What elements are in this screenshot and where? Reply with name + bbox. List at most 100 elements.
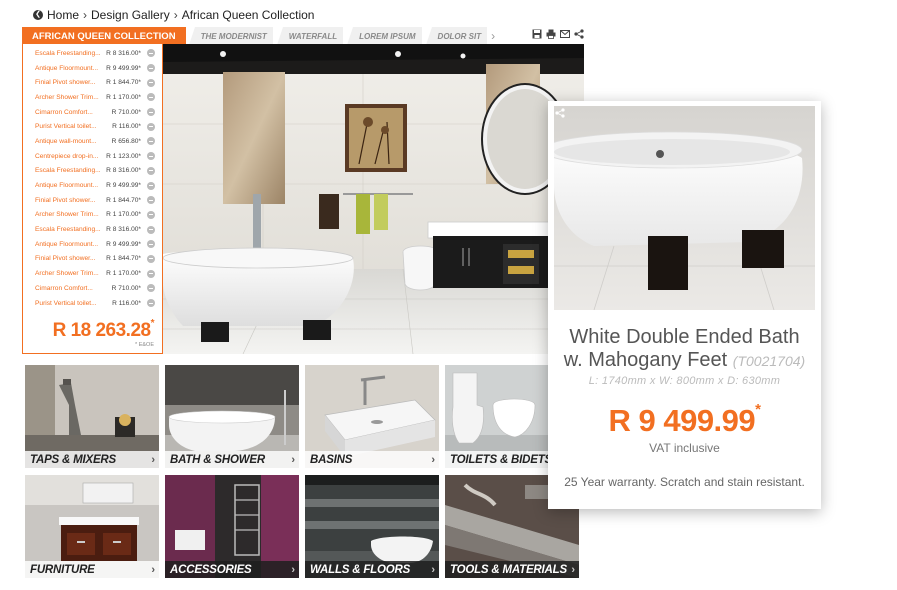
- list-item[interactable]: Antique wall-mount... R 656.80*: [23, 134, 162, 149]
- vat-note: VAT inclusive: [649, 441, 720, 455]
- list-item[interactable]: Purist Vertical toilet... R 116.00*: [23, 296, 162, 311]
- item-name[interactable]: Antique Floormount...: [35, 182, 98, 189]
- breadcrumb-home[interactable]: Home: [47, 8, 79, 22]
- bathroom-scene: [163, 44, 584, 354]
- category-taps-mixers[interactable]: TAPS & MIXERS ›: [25, 365, 159, 468]
- remove-icon[interactable]: [147, 299, 155, 308]
- product-title-line1: White Double Ended Bath: [569, 326, 800, 348]
- item-price: R 8 316.00*: [106, 226, 141, 234]
- item-price: R 1 170.00*: [106, 93, 141, 101]
- chevron-right-icon[interactable]: ›: [491, 27, 495, 45]
- remove-icon[interactable]: [147, 108, 155, 117]
- item-price: R 8 316.00*: [106, 49, 141, 57]
- list-item[interactable]: Purist Vertical toilet... R 116.00*: [23, 119, 162, 134]
- remove-icon[interactable]: [147, 137, 155, 146]
- category-label: BASINS: [310, 453, 353, 466]
- category-label: ACCESSORIES: [170, 563, 252, 576]
- bathroom-gallery-image[interactable]: [163, 44, 584, 354]
- item-price: R 710.00*: [111, 284, 141, 292]
- product-code: (T0021704): [732, 353, 806, 369]
- tab-lorem-ipsum[interactable]: LOREM IPSUM: [347, 27, 422, 45]
- remove-icon[interactable]: [147, 240, 155, 249]
- share-icon[interactable]: [574, 29, 584, 39]
- back-icon[interactable]: ❮: [33, 10, 43, 20]
- item-price: R 116.00*: [112, 123, 141, 131]
- remove-icon[interactable]: [147, 225, 155, 234]
- item-name[interactable]: Archer Shower Trim...: [35, 211, 99, 218]
- item-name[interactable]: Purist Vertical toilet...: [35, 123, 97, 130]
- item-price: R 710.00*: [111, 108, 141, 116]
- remove-icon[interactable]: [147, 196, 155, 205]
- tab-the-modernist[interactable]: THE MODERNIST: [188, 27, 273, 45]
- list-item[interactable]: Escala Freestanding... R 8 316.00*: [23, 222, 162, 237]
- category-accessories[interactable]: ACCESSORIES ›: [165, 475, 299, 578]
- remove-icon[interactable]: [147, 152, 155, 161]
- list-item[interactable]: Finial Pivot shower... R 1 844.70*: [23, 252, 162, 267]
- item-name[interactable]: Finial Pivot shower...: [35, 197, 95, 204]
- product-title-line2: w. Mahogany Feet (T0021704): [563, 349, 806, 371]
- category-label-bar: BASINS: [305, 451, 439, 468]
- item-name[interactable]: Cimarron Comfort...: [35, 109, 93, 116]
- item-name[interactable]: Archer Shower Trim...: [35, 94, 99, 101]
- list-item[interactable]: Archer Shower Trim... R 1 170.00*: [23, 208, 162, 223]
- item-name[interactable]: Centrepiece drop-in...: [35, 153, 98, 160]
- list-item[interactable]: Cimarron Comfort... R 710.00*: [23, 105, 162, 120]
- save-icon[interactable]: [532, 29, 542, 39]
- list-item[interactable]: Finial Pivot shower... R 1 844.70*: [23, 75, 162, 90]
- email-icon[interactable]: [560, 29, 570, 39]
- item-name[interactable]: Finial Pivot shower...: [35, 79, 95, 86]
- list-item[interactable]: Antique Floormount... R 9 499.99*: [23, 237, 162, 252]
- item-name[interactable]: Antique wall-mount...: [35, 138, 97, 145]
- list-item[interactable]: Centrepiece drop-in... R 1 123.00*: [23, 149, 162, 164]
- remove-icon[interactable]: [147, 166, 155, 175]
- remove-icon[interactable]: [147, 254, 155, 263]
- item-name[interactable]: Antique Floormount...: [35, 241, 98, 248]
- item-name[interactable]: Escala Freestanding...: [35, 167, 101, 174]
- category-bath-shower[interactable]: BATH & SHOWER ›: [165, 365, 299, 468]
- list-item[interactable]: Finial Pivot shower... R 1 844.70*: [23, 193, 162, 208]
- product-price: R 9 499.99*: [608, 401, 761, 438]
- remove-icon[interactable]: [147, 284, 155, 293]
- item-price: R 1 123.00*: [106, 152, 141, 160]
- chevron-right-icon: ›: [431, 454, 435, 466]
- remove-icon[interactable]: [147, 210, 155, 219]
- remove-icon[interactable]: [147, 122, 155, 131]
- tab-waterfall[interactable]: WATERFALL: [276, 27, 344, 45]
- list-item[interactable]: Escala Freestanding... R 8 316.00*: [23, 164, 162, 179]
- item-name[interactable]: Finial Pivot shower...: [35, 255, 95, 262]
- remove-icon[interactable]: [147, 181, 155, 190]
- remove-icon[interactable]: [147, 269, 155, 278]
- category-basins[interactable]: BASINS ›: [305, 365, 439, 468]
- item-name[interactable]: Cimarron Comfort...: [35, 285, 93, 292]
- breadcrumb-design-gallery[interactable]: Design Gallery: [91, 8, 170, 22]
- list-item[interactable]: Antique Floormount... R 9 499.99*: [23, 61, 162, 76]
- item-name[interactable]: Purist Vertical toilet...: [35, 300, 97, 307]
- product-bath-image: [554, 106, 815, 310]
- breadcrumb-separator: ›: [83, 8, 88, 22]
- toolbar: [532, 29, 584, 39]
- breadcrumb-separator: ›: [173, 8, 178, 22]
- selected-items-panel: Escala Freestanding... R 8 316.00* Antique…: [22, 44, 163, 354]
- list-item[interactable]: Antique Floormount... R 9 499.99*: [23, 178, 162, 193]
- remove-icon[interactable]: [147, 93, 155, 102]
- category-walls-floors[interactable]: WALLS & FLOORS ›: [305, 475, 439, 578]
- tab-african-queen-collection[interactable]: AFRICAN QUEEN COLLECTION: [22, 27, 186, 45]
- list-item[interactable]: Escala Freestanding... R 8 316.00*: [23, 46, 162, 61]
- list-item[interactable]: Cimarron Comfort... R 710.00*: [23, 281, 162, 296]
- item-name[interactable]: Escala Freestanding...: [35, 226, 101, 233]
- item-price: R 1 170.00*: [106, 270, 141, 278]
- share-icon[interactable]: [555, 108, 565, 118]
- remove-icon[interactable]: [147, 78, 155, 87]
- remove-icon[interactable]: [147, 49, 155, 58]
- item-name[interactable]: Antique Floormount...: [35, 65, 98, 72]
- item-price: R 656.80*: [111, 137, 141, 145]
- item-name[interactable]: Archer Shower Trim...: [35, 270, 99, 277]
- product-photo: [554, 106, 815, 310]
- list-item[interactable]: Archer Shower Trim... R 1 170.00*: [23, 90, 162, 105]
- tab-dolor-sit[interactable]: DOLOR SIT: [425, 27, 488, 45]
- category-furniture[interactable]: FURNITURE ›: [25, 475, 159, 578]
- item-name[interactable]: Escala Freestanding...: [35, 50, 101, 57]
- remove-icon[interactable]: [147, 64, 155, 73]
- print-icon[interactable]: [546, 29, 556, 39]
- list-item[interactable]: Archer Shower Trim... R 1 170.00*: [23, 266, 162, 281]
